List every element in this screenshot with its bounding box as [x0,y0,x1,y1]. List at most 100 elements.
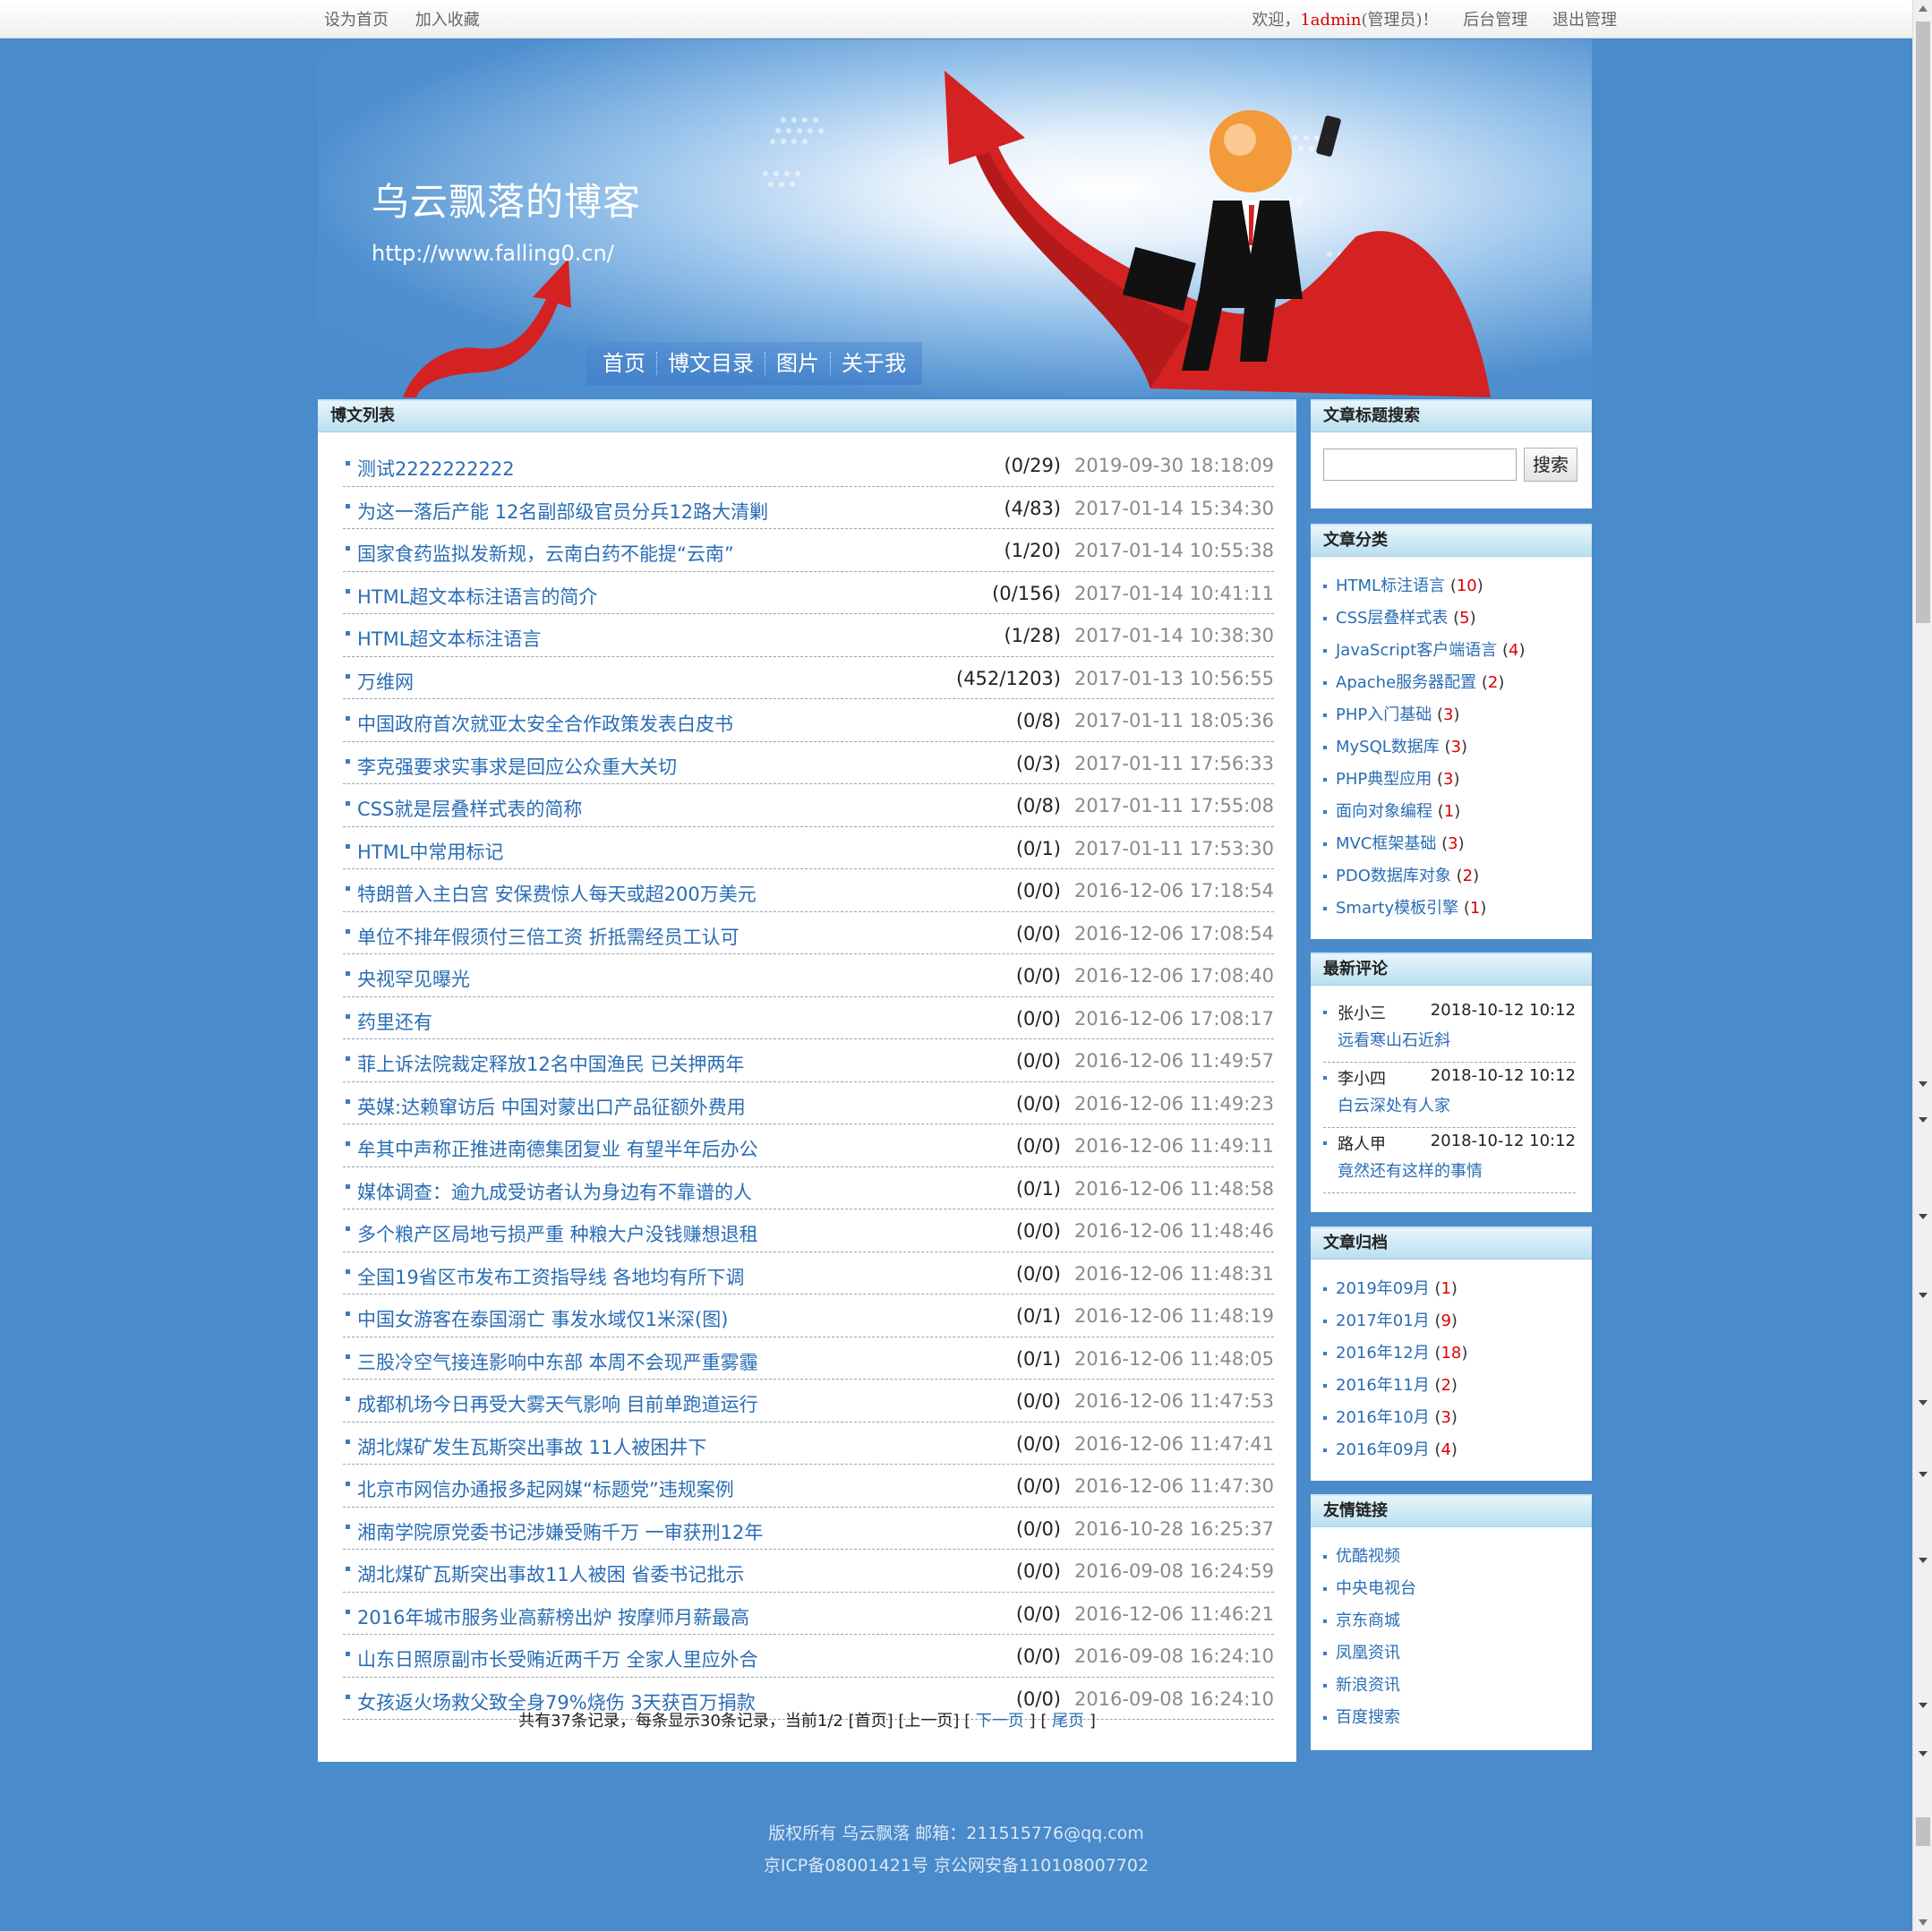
post-stats: (452/1203) [956,667,1061,689]
friend-link[interactable]: 优酷视频 [1336,1547,1400,1566]
post-title-link[interactable]: 北京市网信办通报多起网媒“标题党”违规案例 [357,1475,734,1502]
post-date: 2016-12-06 11:46:21 [1073,1602,1274,1625]
bullet-icon [1323,1320,1327,1323]
archive-item-link[interactable]: 2016年12月 [1336,1344,1430,1363]
pagination-next[interactable]: 下一页 [976,1712,1024,1730]
friend-links-list: 优酷视频中央电视台京东商城凤凰资讯新浪资讯百度搜索 [1323,1541,1416,1734]
category-item-link[interactable]: CSS层叠样式表 [1336,609,1448,628]
category-item-link[interactable]: MySQL数据库 [1336,738,1440,756]
comment-text-link[interactable]: 白云深处有人家 [1338,1093,1450,1116]
paren-close: ) [1453,770,1460,789]
post-title-link[interactable]: 三股冷空气接连影响中东部 本周不会现严重雾霾 [357,1348,758,1375]
post-title-link[interactable]: 中国女游客在泰国溺亡 事发水域仅1米深(图) [357,1305,728,1332]
post-title-link[interactable]: 为这一落后产能 12名副部级官员分兵12路大清剿 [357,498,768,525]
post-stats: (0/3) [1015,752,1061,774]
archive-item-link[interactable]: 2017年01月 [1336,1312,1430,1330]
vertical-scrollbar[interactable] [1912,0,1932,1931]
category-item-count: 2 [1462,867,1474,885]
category-item-link[interactable]: Apache服务器配置 [1336,673,1476,692]
post-title-link[interactable]: 单位不排年假须付三倍工资 折抵需经员工认可 [357,923,739,950]
add-favorite-link[interactable]: 加入收藏 [415,11,480,30]
post-title-link[interactable]: 菲上诉法院裁定释放12名中国渔民 已关押两年 [357,1050,744,1077]
logout-link[interactable]: 退出管理 [1552,11,1617,30]
category-item-link[interactable]: PDO数据库对象 [1336,867,1451,885]
post-title-link[interactable]: 湖北煤矿发生瓦斯突出事故 11人被困井下 [357,1433,706,1460]
pagination-summary: 共有37条记录，每条显示30条记录，当前1/2 [518,1712,843,1730]
category-item-link[interactable]: JavaScript客户端语言 [1336,641,1497,660]
post-title-link[interactable]: 2016年城市服务业高薪榜出炉 按摩师月薪最高 [357,1603,749,1630]
post-title-link[interactable]: 全国19省区市发布工资指导线 各地均有所下调 [357,1263,744,1290]
post-title-link[interactable]: 特朗普入主白宫 安保费惊人每天或超200万美元 [357,880,757,907]
nav-blog-index[interactable]: 博文目录 [657,342,765,385]
post-title-link[interactable]: 测试2222222222 [357,455,515,482]
post-title-link[interactable]: 多个粮产区局地亏损严重 种粮大户没钱赚想退租 [357,1220,758,1247]
friend-link-item: 新浪资讯 [1323,1670,1416,1702]
post-title-link[interactable]: 药里还有 [357,1008,432,1035]
category-item-link[interactable]: Smarty模板引擎 [1336,899,1458,918]
post-title-link[interactable]: 湖北煤矿瓦斯突出事故11人被困 省委书记批示 [357,1560,744,1587]
nav-home[interactable]: 首页 [592,342,656,385]
scrollbar-thumb[interactable] [1916,21,1930,623]
post-row: 李克强要求实事求是回应公众重大关切 (0/3) 2017-01-11 17:56:3… [343,742,1274,784]
bullet-icon [346,1098,350,1104]
category-item-link[interactable]: HTML标注语言 [1336,577,1445,595]
bullet-icon [346,673,350,679]
pagination-last[interactable]: 尾页 [1052,1712,1084,1730]
friend-link[interactable]: 新浪资讯 [1336,1676,1400,1695]
post-title-link[interactable]: HTML中常用标记 [357,838,503,865]
post-title-link[interactable]: 湘南学院原党委书记涉嫌受贿千万 一审获刑12年 [357,1518,763,1545]
archive-item-link[interactable]: 2019年09月 [1336,1279,1430,1298]
admin-link[interactable]: 后台管理 [1463,11,1527,30]
post-title-link[interactable]: 央视罕见曝光 [357,965,470,992]
site-title: 乌云飘落的博客 [372,180,642,224]
friend-link[interactable]: 百度搜索 [1336,1708,1400,1727]
category-item-link[interactable]: MVC框架基础 [1336,834,1436,853]
category-item-link[interactable]: PHP典型应用 [1336,770,1432,789]
post-title-link[interactable]: 山东日照原副市长受贿近两千万 全家人里应外合 [357,1645,758,1672]
bullet-icon [1323,1076,1327,1080]
nav-about[interactable]: 关于我 [831,342,917,385]
post-title-link[interactable]: 媒体调查：逾九成受访者认为身边有不靠谱的人 [357,1178,752,1205]
category-item-count: 4 [1508,641,1519,660]
scroll-down-icon[interactable] [1919,1919,1928,1926]
category-item-link[interactable]: PHP入门基础 [1336,705,1432,724]
post-title-link[interactable]: 中国政府首次就亚太安全合作政策发表白皮书 [357,710,733,737]
bullet-icon [1323,681,1327,685]
links-panel: 友情链接 优酷视频 中央电视台 京东商城 凤凰资讯 新浪资讯 百度搜索 [1311,1494,1592,1750]
paren-open: ( [1450,867,1463,885]
category-list: HTML标注语言 (10) CSS层叠样式表 (5) JavaScript客户端语言… [1323,570,1525,925]
archive-item-link[interactable]: 2016年10月 [1336,1408,1430,1427]
post-title-link[interactable]: 牟其中声称正推进南德集团复业 有望半年后办公 [357,1135,758,1162]
friend-link-item: 凤凰资讯 [1323,1637,1416,1670]
post-stats: (0/0) [1015,1092,1061,1115]
comment-text-link[interactable]: 竟然还有这样的事情 [1338,1158,1483,1182]
comment-text-link[interactable]: 远看寒山石近斜 [1338,1028,1450,1051]
post-title-link[interactable]: CSS就是层叠样式表的简称 [357,795,582,822]
search-button[interactable]: 搜索 [1524,448,1577,482]
post-title-link[interactable]: 万维网 [357,668,414,695]
search-input[interactable] [1323,449,1517,481]
post-title-link[interactable]: HTML超文本标注语言 [357,625,541,652]
post-stats: (0/156) [992,582,1061,604]
category-item-link[interactable]: 面向对象编程 [1336,802,1432,821]
paren-open: ( [1458,899,1470,918]
post-date: 2016-09-08 16:24:10 [1073,1687,1274,1710]
archive-item-link[interactable]: 2016年11月 [1336,1376,1430,1395]
post-title-link[interactable]: 成都机场今日再受大雾天气影响 目前单跑道运行 [357,1390,758,1417]
bullet-icon [1323,1352,1327,1355]
archive-item-link[interactable]: 2016年09月 [1336,1440,1430,1459]
post-row: HTML超文本标注语言的简介 (0/156) 2017-01-14 10:41:11 [343,572,1274,614]
post-row: 2016年城市服务业高薪榜出炉 按摩师月薪最高 (0/0) 2016-12-06 1… [343,1593,1274,1635]
scroll-up-icon[interactable] [1919,5,1928,12]
post-title-link[interactable]: 李克强要求实事求是回应公众重大关切 [357,753,677,780]
set-home-link[interactable]: 设为首页 [324,11,389,30]
friend-link[interactable]: 凤凰资讯 [1336,1644,1400,1662]
post-row: 牟其中声称正推进南德集团复业 有望半年后办公 (0/0) 2016-12-06 11… [343,1124,1274,1167]
post-title-link[interactable]: HTML超文本标注语言的简介 [357,583,597,610]
post-title-link[interactable]: 国家食药监拟发新规，云南白药不能提“云南” [357,540,734,567]
nav-pictures[interactable]: 图片 [765,342,830,385]
archive-item: 2019年09月 (1) [1323,1273,1467,1305]
friend-link[interactable]: 京东商城 [1336,1611,1400,1630]
post-title-link[interactable]: 英媒:达赖窜访后 中国对蒙出口产品征额外费用 [357,1093,746,1120]
friend-link[interactable]: 中央电视台 [1336,1579,1416,1598]
